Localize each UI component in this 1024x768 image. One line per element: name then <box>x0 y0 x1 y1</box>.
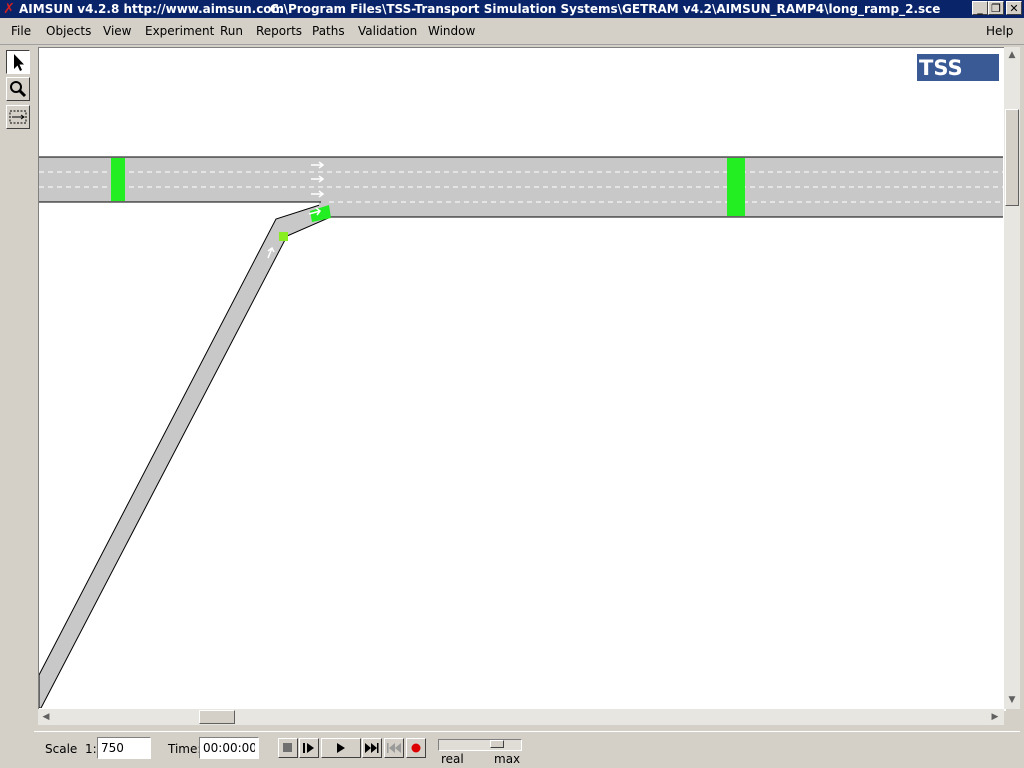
file-path: C:\Program Files\TSS-Transport Simulatio… <box>270 2 941 16</box>
scroll-left-arrow-icon[interactable]: ◀ <box>39 710 53 724</box>
on-ramp-section[interactable] <box>39 201 334 708</box>
ramp-meter-signal[interactable] <box>279 232 288 241</box>
select-tool-button[interactable] <box>6 50 30 74</box>
road-network-drawing[interactable]: TSS <box>39 48 1003 708</box>
vertical-scroll-thumb[interactable] <box>1005 109 1019 206</box>
play-icon <box>337 743 345 753</box>
step-icon <box>303 743 314 753</box>
aimsun-app-icon[interactable]: ✗ <box>2 1 16 17</box>
app-title: AIMSUN v4.2.8 http://www.aimsun.com <box>19 2 285 16</box>
detector-downstream[interactable] <box>727 158 745 216</box>
zoom-window-icon <box>9 110 27 124</box>
stop-button[interactable] <box>278 738 298 758</box>
menu-run[interactable]: Run <box>220 24 243 38</box>
speed-slider-track[interactable] <box>438 739 522 751</box>
zoom-tool-button[interactable] <box>6 77 30 101</box>
menu-validation[interactable]: Validation <box>358 24 417 38</box>
horizontal-scrollbar[interactable]: ◀ ▶ <box>38 709 1004 725</box>
horizontal-scroll-thumb[interactable] <box>199 710 235 724</box>
record-button[interactable] <box>406 738 426 758</box>
detector-upstream[interactable] <box>111 158 125 201</box>
menu-objects[interactable]: Objects <box>46 24 91 38</box>
menu-reports[interactable]: Reports <box>256 24 302 38</box>
speed-real-label: real <box>441 752 464 766</box>
close-button[interactable]: ✕ <box>1006 1 1022 15</box>
scale-prefix: 1: <box>85 742 97 756</box>
fast-forward-icon <box>365 743 379 753</box>
stop-icon <box>283 743 292 752</box>
menu-experiment[interactable]: Experiment <box>145 24 214 38</box>
menu-view[interactable]: View <box>103 24 131 38</box>
simulation-control-bar: Scale 1: Time: real max <box>34 731 1020 766</box>
menu-bar: File Objects View Experiment Run Reports… <box>0 18 1024 45</box>
speed-slider-thumb[interactable] <box>490 740 504 748</box>
freeway-section[interactable] <box>39 157 1003 202</box>
play-button[interactable] <box>321 738 361 758</box>
fast-forward-button[interactable] <box>362 738 382 758</box>
rewind-button[interactable] <box>384 738 404 758</box>
scale-input[interactable] <box>97 737 151 759</box>
maximize-button[interactable]: ❐ <box>988 1 1004 15</box>
zoom-window-tool-button[interactable] <box>6 105 30 129</box>
time-label: Time: <box>168 742 202 756</box>
tss-logo-text: TSS <box>919 56 963 80</box>
scale-label: Scale <box>45 742 78 756</box>
step-button[interactable] <box>299 738 319 758</box>
scroll-right-arrow-icon[interactable]: ▶ <box>988 710 1002 724</box>
tool-palette <box>4 47 34 732</box>
select-arrow-icon <box>14 54 24 71</box>
time-input[interactable] <box>199 737 259 759</box>
network-canvas[interactable]: TSS <box>38 47 1006 711</box>
scroll-up-arrow-icon[interactable]: ▲ <box>1005 48 1019 62</box>
vertical-scrollbar[interactable]: ▲ ▼ <box>1004 47 1020 709</box>
menu-file[interactable]: File <box>11 24 31 38</box>
scroll-down-arrow-icon[interactable]: ▼ <box>1005 693 1019 707</box>
zoom-magnifier-icon <box>10 81 27 98</box>
title-bar: ✗ AIMSUN v4.2.8 http://www.aimsun.com C:… <box>0 0 1024 18</box>
speed-max-label: max <box>494 752 521 766</box>
minimize-button[interactable]: _ <box>972 1 988 15</box>
menu-help[interactable]: Help <box>986 24 1013 38</box>
menu-paths[interactable]: Paths <box>312 24 345 38</box>
rewind-icon <box>387 743 401 753</box>
menu-window[interactable]: Window <box>428 24 475 38</box>
acceleration-lane[interactable] <box>319 202 1003 217</box>
record-icon <box>411 743 421 753</box>
